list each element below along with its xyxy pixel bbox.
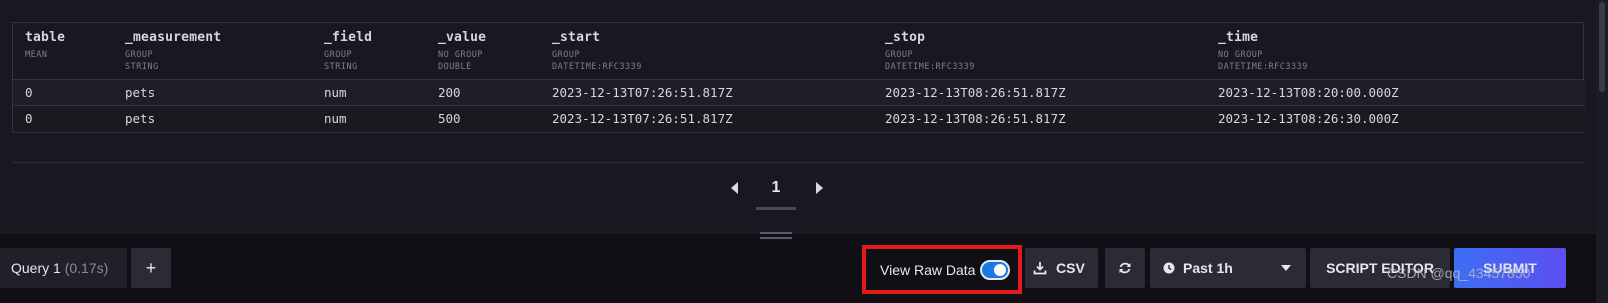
csv-download-button[interactable]: CSV bbox=[1025, 248, 1098, 288]
table-cell: 2023-12-13T08:26:51.817Z bbox=[873, 79, 1206, 106]
column-header-time[interactable]: _time NO GROUP DATETIME:RFC3339 bbox=[1206, 23, 1585, 80]
table-cell: 2023-12-13T08:26:51.817Z bbox=[885, 111, 1066, 127]
column-meta: MEAN bbox=[25, 50, 48, 60]
script-editor-button[interactable]: SCRIPT EDITOR bbox=[1310, 248, 1450, 288]
toggle-knob bbox=[994, 264, 1006, 276]
column-name: _value bbox=[438, 30, 487, 45]
clock-icon bbox=[1163, 262, 1175, 274]
column-type: STRING bbox=[324, 62, 358, 72]
table-cell: pets bbox=[113, 79, 312, 106]
column-name: _time bbox=[1218, 30, 1259, 45]
query-tab-label: Query 1 bbox=[11, 260, 61, 276]
column-meta: GROUP bbox=[324, 50, 353, 60]
query-tab[interactable]: Query 1 (0.17s) bbox=[0, 248, 127, 288]
table-header-row: table MEAN _measurement GROUP STRING _fi… bbox=[13, 23, 1585, 80]
column-meta: NO GROUP bbox=[438, 50, 483, 60]
add-query-button[interactable]: + bbox=[131, 248, 171, 288]
column-meta: GROUP bbox=[552, 50, 581, 60]
column-name: _start bbox=[552, 30, 601, 45]
column-header-measurement[interactable]: _measurement GROUP STRING bbox=[113, 23, 312, 80]
raw-data-table-container: table MEAN _measurement GROUP STRING _fi… bbox=[12, 22, 1585, 133]
table-cell: 2023-12-13T07:26:51.817Z bbox=[552, 111, 733, 127]
scrollbar-thumb[interactable] bbox=[1599, 2, 1605, 92]
caret-right-icon[interactable] bbox=[812, 181, 826, 195]
table-footer-divider bbox=[12, 162, 1584, 163]
page-number-current[interactable]: 1 bbox=[756, 176, 796, 210]
column-header-stop[interactable]: _stop GROUP DATETIME:RFC3339 bbox=[873, 23, 1206, 80]
column-meta: GROUP bbox=[885, 50, 914, 60]
results-panel: table MEAN _measurement GROUP STRING _fi… bbox=[0, 0, 1596, 234]
table-cell: pets bbox=[125, 111, 156, 127]
table-cell: 2023-12-13T07:26:51.817Z bbox=[540, 79, 873, 106]
column-meta: GROUP bbox=[125, 50, 154, 60]
refresh-icon bbox=[1119, 262, 1131, 274]
column-header-start[interactable]: _start GROUP DATETIME:RFC3339 bbox=[540, 23, 873, 80]
refresh-button[interactable] bbox=[1105, 248, 1145, 288]
pagination: 1 bbox=[728, 176, 828, 212]
table-cell: num bbox=[312, 79, 426, 106]
raw-data-table: table MEAN _measurement GROUP STRING _fi… bbox=[13, 23, 1585, 132]
table-cell: 0 bbox=[13, 79, 113, 106]
table-cell: 200 bbox=[426, 79, 540, 106]
query-toolbar: Query 1 (0.17s) + View Raw Data CSV Past… bbox=[0, 240, 1596, 303]
column-name: _stop bbox=[885, 30, 926, 45]
view-raw-data-label: View Raw Data bbox=[880, 262, 976, 278]
column-name: _field bbox=[324, 30, 373, 45]
column-meta: NO GROUP bbox=[1218, 50, 1263, 60]
caret-left-icon[interactable] bbox=[728, 181, 742, 195]
column-name: table bbox=[25, 30, 66, 45]
column-header-table[interactable]: table MEAN bbox=[13, 23, 113, 80]
column-type: DATETIME:RFC3339 bbox=[885, 62, 975, 72]
column-header-value[interactable]: _value NO GROUP DOUBLE bbox=[426, 23, 540, 80]
time-range-dropdown[interactable]: Past 1h bbox=[1150, 248, 1306, 288]
column-type: STRING bbox=[125, 62, 159, 72]
csv-button-label: CSV bbox=[1056, 260, 1085, 276]
table-row: 0 pets num 500 2023-12-13T07:26:51.817Z … bbox=[13, 105, 1585, 132]
query-tab-duration: (0.17s) bbox=[64, 260, 109, 276]
table-row: 0 pets num 200 2023-12-13T07:26:51.817Z … bbox=[13, 79, 1585, 106]
column-header-field[interactable]: _field GROUP STRING bbox=[312, 23, 426, 80]
table-cell: 0 bbox=[25, 111, 33, 127]
column-name: _measurement bbox=[125, 30, 222, 45]
submit-button[interactable]: SUBMIT bbox=[1454, 248, 1566, 288]
chevron-down-icon bbox=[1281, 265, 1291, 271]
vertical-scrollbar[interactable] bbox=[1596, 0, 1608, 303]
table-cell: 2023-12-13T08:26:30.000Z bbox=[1218, 111, 1399, 127]
view-raw-data-toggle[interactable] bbox=[980, 260, 1010, 280]
column-type: DATETIME:RFC3339 bbox=[1218, 62, 1308, 72]
column-type: DOUBLE bbox=[438, 62, 472, 72]
view-raw-data-highlight: View Raw Data bbox=[862, 245, 1022, 294]
column-type: DATETIME:RFC3339 bbox=[552, 62, 642, 72]
table-cell: 2023-12-13T08:20:00.000Z bbox=[1206, 79, 1585, 106]
table-cell: 500 bbox=[438, 111, 461, 127]
time-range-label: Past 1h bbox=[1183, 260, 1233, 276]
download-icon bbox=[1033, 262, 1047, 275]
panel-resize-handle[interactable] bbox=[760, 232, 792, 240]
table-cell: num bbox=[324, 111, 347, 127]
